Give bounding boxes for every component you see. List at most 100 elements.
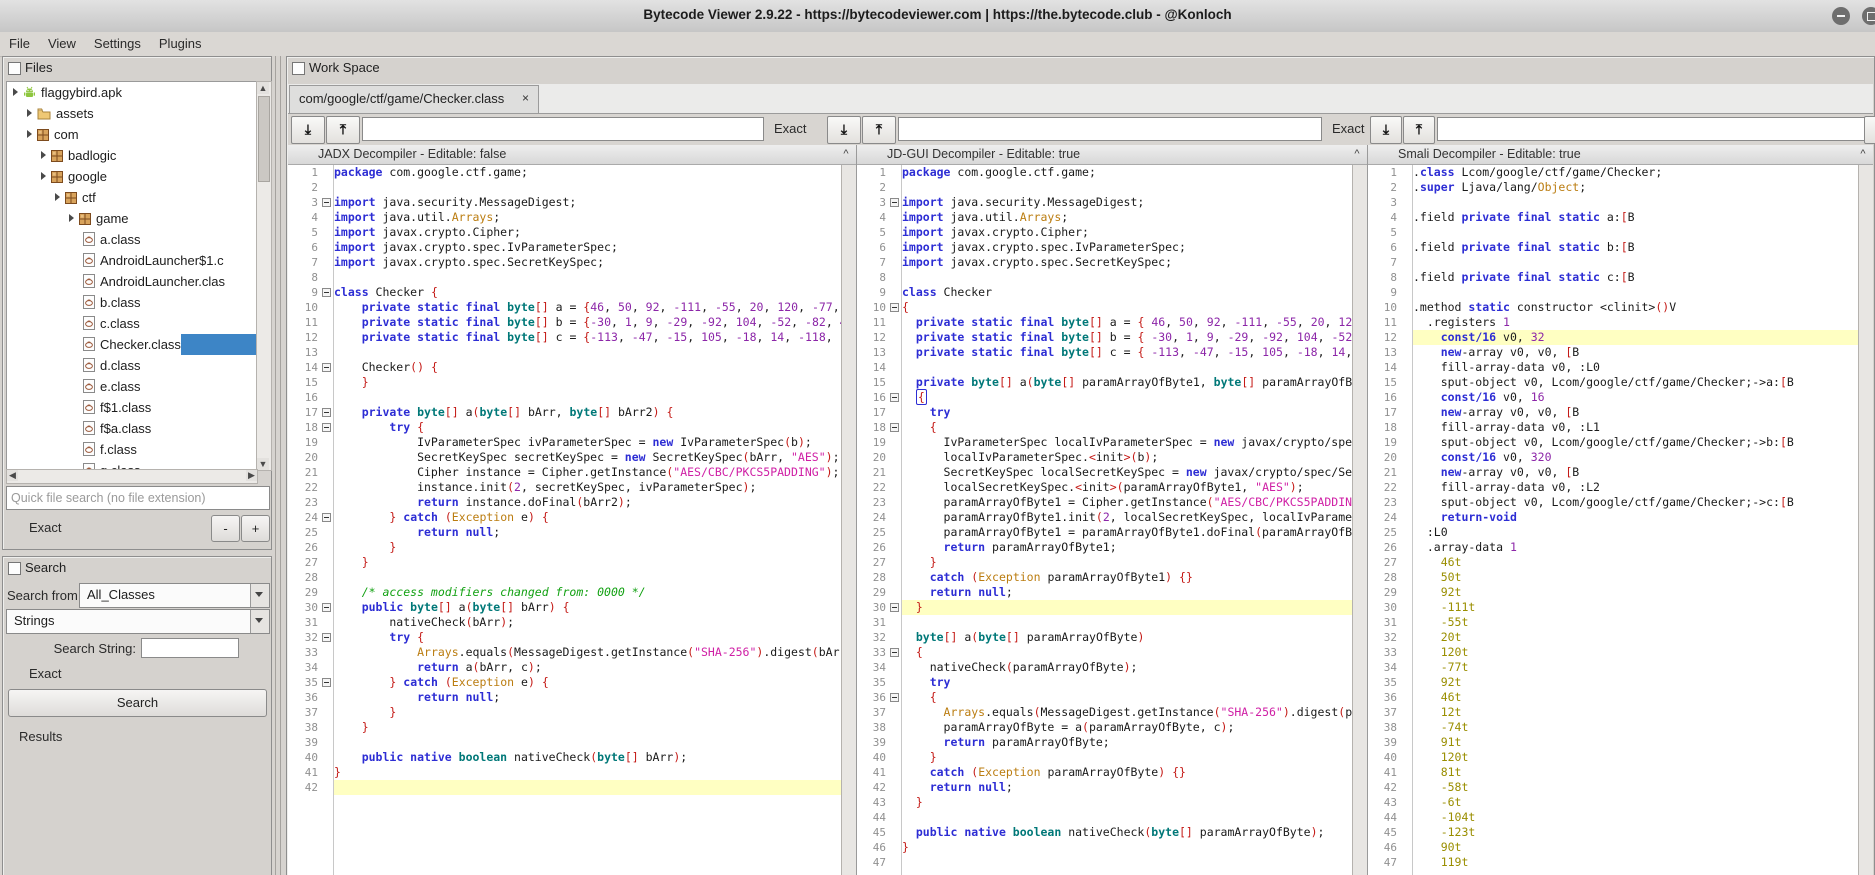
- tree-item-androidlauncher-clas[interactable]: AndroidLauncher.clas: [7, 271, 257, 292]
- search-string-input[interactable]: [141, 638, 239, 658]
- fold-marker-icon[interactable]: [322, 198, 331, 207]
- jdgui-scrollbar[interactable]: [1352, 165, 1367, 875]
- pane1-exact-label[interactable]: Exact: [774, 121, 807, 136]
- menu-settings[interactable]: Settings: [85, 32, 150, 51]
- fold-marker-icon[interactable]: [890, 303, 899, 312]
- smali-code[interactable]: .class Lcom/google/ctf/game/Checker;.sup…: [1413, 165, 1858, 875]
- tree-item-f-class[interactable]: f.class: [7, 439, 257, 460]
- fold-marker-icon[interactable]: [890, 693, 899, 702]
- expander-icon[interactable]: [69, 214, 74, 222]
- fold-marker-icon[interactable]: [322, 363, 331, 372]
- line-number: 9: [1368, 285, 1412, 300]
- chevron-down-icon[interactable]: [250, 584, 269, 607]
- jdgui-code[interactable]: package com.google.ctf.game;import java.…: [902, 165, 1352, 875]
- expander-icon[interactable]: [41, 151, 46, 159]
- tree-item-flaggybird-apk[interactable]: flaggybird.apk: [7, 82, 257, 103]
- menu-file[interactable]: File: [0, 32, 39, 51]
- pane2-exact-label[interactable]: Exact: [1332, 121, 1365, 136]
- scroll-left-icon[interactable]: ◀: [7, 470, 18, 481]
- fold-marker-icon[interactable]: [322, 603, 331, 612]
- scroll-up-icon[interactable]: ▲: [257, 82, 269, 94]
- tree-item-e-class[interactable]: e.class: [7, 376, 257, 397]
- line-number: 19: [288, 435, 333, 450]
- tree-item-f-a-class[interactable]: f$a.class: [7, 418, 257, 439]
- class-icon: [83, 316, 100, 331]
- maximize-icon[interactable]: [1862, 7, 1875, 25]
- expander-icon[interactable]: [41, 172, 46, 180]
- pane3-search-extra-button[interactable]: [1864, 116, 1875, 144]
- package-icon: [79, 211, 96, 226]
- tree-item-ctf[interactable]: ctf: [7, 187, 257, 208]
- smali-scrollbar[interactable]: [1858, 165, 1873, 875]
- close-icon[interactable]: ×: [522, 91, 529, 105]
- class-icon: [83, 400, 100, 415]
- font-increase-button[interactable]: +: [241, 515, 270, 542]
- tree-item-a-class[interactable]: a.class: [7, 229, 257, 250]
- tree-horizontal-scrollbar[interactable]: ◀ ▶: [6, 469, 258, 484]
- expander-icon[interactable]: [55, 193, 60, 201]
- pane3-search-next-button[interactable]: ⤓: [1370, 116, 1402, 144]
- search-button[interactable]: Search: [8, 689, 267, 717]
- tree-item-com[interactable]: com: [7, 124, 257, 145]
- chevron-down-icon[interactable]: [250, 610, 269, 633]
- expander-icon[interactable]: [27, 109, 32, 117]
- fold-marker-icon[interactable]: [322, 678, 331, 687]
- pane1-search-next-button[interactable]: ⤓: [291, 116, 325, 144]
- line-number: 25: [1368, 525, 1412, 540]
- fold-marker-icon[interactable]: [322, 408, 331, 417]
- tree-item-assets[interactable]: assets: [7, 103, 257, 124]
- fold-marker-icon[interactable]: [890, 423, 899, 432]
- scroll-down-icon[interactable]: ▼: [257, 458, 269, 470]
- tree-item-b-class[interactable]: b.class: [7, 292, 257, 313]
- expander-icon[interactable]: [27, 130, 32, 138]
- tree-vertical-scrollbar[interactable]: ▲ ▼: [256, 81, 272, 471]
- menu-view[interactable]: View: [39, 32, 85, 51]
- collapse-icon[interactable]: ^: [838, 145, 854, 164]
- tab-checker-class[interactable]: com/google/ctf/game/Checker.class ×: [289, 85, 539, 114]
- jadx-code[interactable]: package com.google.ctf.game;import java.…: [334, 165, 841, 875]
- fold-marker-icon[interactable]: [890, 648, 899, 657]
- search-from-select[interactable]: All_Classes: [79, 583, 270, 608]
- tree-item-f-1-class[interactable]: f$1.class: [7, 397, 257, 418]
- tree-item-game[interactable]: game: [7, 208, 257, 229]
- jdgui-editor[interactable]: 1234567891011121314151617181920212223242…: [857, 165, 1367, 875]
- tree-item-checker-class[interactable]: Checker.class: [7, 334, 257, 355]
- search-type-select[interactable]: Strings: [6, 609, 270, 634]
- minimize-icon[interactable]: [1832, 7, 1850, 25]
- code-line: Cipher instance = Cipher.getInstance("AE…: [334, 465, 841, 480]
- line-number: 13: [288, 345, 333, 360]
- expander-icon[interactable]: [13, 88, 18, 96]
- pane2-search-next-button[interactable]: ⤓: [827, 116, 861, 144]
- pane3-search-input[interactable]: [1437, 117, 1867, 141]
- tree-item-androidlauncher-1-c[interactable]: AndroidLauncher$1.c: [7, 250, 257, 271]
- tree-item-c-class[interactable]: c.class: [7, 313, 257, 334]
- panel-splitter[interactable]: [272, 56, 286, 875]
- fold-marker-icon[interactable]: [890, 603, 899, 612]
- menu-plugins[interactable]: Plugins: [150, 32, 211, 51]
- tree-item-badlogic[interactable]: badlogic: [7, 145, 257, 166]
- pane1-search-input[interactable]: [362, 117, 764, 141]
- tree-item-google[interactable]: google: [7, 166, 257, 187]
- fold-marker-icon[interactable]: [322, 513, 331, 522]
- pane2-search-prev-button[interactable]: ⤒: [862, 116, 896, 144]
- collapse-icon[interactable]: ^: [1855, 145, 1871, 164]
- quick-file-search-input[interactable]: [6, 486, 270, 510]
- pane3-search-prev-button[interactable]: ⤒: [1403, 116, 1435, 144]
- fold-marker-icon[interactable]: [890, 393, 899, 402]
- pane1-search-prev-button[interactable]: ⤒: [326, 116, 360, 144]
- jadx-editor[interactable]: 1234567891011121314151617181920212223242…: [288, 165, 856, 875]
- fold-marker-icon[interactable]: [322, 423, 331, 432]
- fold-marker-icon[interactable]: [322, 633, 331, 642]
- code-line: package com.google.ctf.game;: [334, 165, 841, 180]
- smali-editor[interactable]: 1234567891011121314151617181920212223242…: [1368, 165, 1873, 875]
- pane2-search-input[interactable]: [898, 117, 1322, 141]
- tree-item-d-class[interactable]: d.class: [7, 355, 257, 376]
- scrollbar-thumb[interactable]: [258, 96, 270, 182]
- font-decrease-button[interactable]: -: [211, 515, 240, 542]
- scroll-right-icon[interactable]: ▶: [246, 470, 257, 481]
- file-tree[interactable]: flaggybird.apkassetscombadlogicgooglectf…: [6, 81, 258, 471]
- fold-marker-icon[interactable]: [322, 288, 331, 297]
- jadx-scrollbar[interactable]: [841, 165, 856, 875]
- fold-marker-icon[interactable]: [890, 198, 899, 207]
- collapse-icon[interactable]: ^: [1349, 145, 1365, 164]
